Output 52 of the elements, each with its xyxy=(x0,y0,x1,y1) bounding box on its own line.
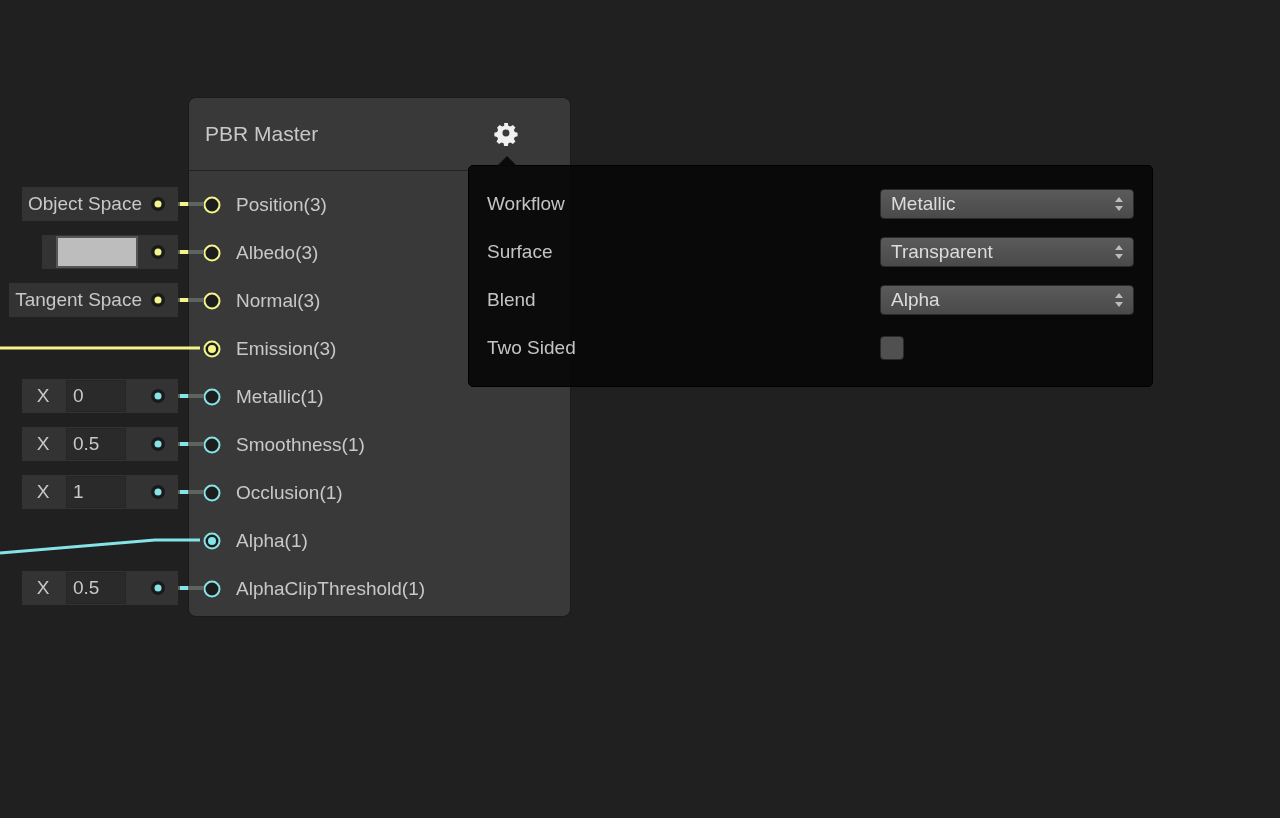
color-swatch[interactable] xyxy=(56,236,138,268)
output-dot-icon xyxy=(150,580,166,596)
port-label: Normal(3) xyxy=(236,290,321,312)
space-label: Tangent Space xyxy=(15,289,142,311)
node-title: PBR Master xyxy=(205,122,319,146)
default-value-input[interactable]: X 1 xyxy=(22,475,178,509)
port-label: Metallic(1) xyxy=(236,386,324,408)
port-label: Albedo(3) xyxy=(236,242,319,264)
value-field[interactable]: 0.5 xyxy=(66,428,126,460)
value-field[interactable]: 1 xyxy=(66,476,126,508)
output-dot-icon xyxy=(150,436,166,452)
dropdown[interactable]: Alpha xyxy=(880,285,1134,315)
up-down-arrows-icon xyxy=(1115,293,1123,307)
default-value-input[interactable]: X 0.5 xyxy=(22,571,178,605)
input-slot-icon[interactable] xyxy=(203,388,221,406)
port-label: Alpha(1) xyxy=(236,530,308,552)
setting-label: Workflow xyxy=(487,193,565,215)
port-label: Occlusion(1) xyxy=(236,482,343,504)
space-label: Object Space xyxy=(27,193,142,215)
input-slot-icon[interactable] xyxy=(203,532,221,550)
default-value-input[interactable] xyxy=(42,235,178,269)
port-label: Emission(3) xyxy=(236,338,337,360)
input-slot-icon[interactable] xyxy=(203,484,221,502)
port-label: AlphaClipThreshold(1) xyxy=(236,578,426,600)
output-dot-icon xyxy=(150,292,166,308)
axis-label: X xyxy=(35,481,51,503)
port-label: Smoothness(1) xyxy=(236,434,365,456)
up-down-arrows-icon xyxy=(1115,245,1123,259)
setting-label: Surface xyxy=(487,241,553,263)
dropdown[interactable]: Transparent xyxy=(880,237,1134,267)
port-label: Position(3) xyxy=(236,194,327,216)
output-dot-icon xyxy=(150,484,166,500)
output-dot-icon xyxy=(150,196,166,212)
axis-label: X xyxy=(35,577,51,599)
setting-label: Blend xyxy=(487,289,536,311)
default-value-input[interactable]: X 0.5 xyxy=(22,427,178,461)
default-value-input[interactable]: Tangent Space xyxy=(9,283,178,317)
input-slot-icon[interactable] xyxy=(203,580,221,598)
default-value-input[interactable]: X 0 xyxy=(22,379,178,413)
connection-wire[interactable] xyxy=(0,538,200,555)
checkbox[interactable] xyxy=(880,336,904,360)
output-dot-icon xyxy=(150,388,166,404)
value-field[interactable]: 0 xyxy=(66,380,126,412)
output-dot-icon xyxy=(150,244,166,260)
settings-icon[interactable] xyxy=(494,122,518,146)
dropdown[interactable]: Metallic xyxy=(880,189,1134,219)
axis-label: X xyxy=(35,433,51,455)
input-slot-icon[interactable] xyxy=(203,436,221,454)
default-value-input[interactable]: Object Space xyxy=(21,187,178,221)
axis-label: X xyxy=(35,385,51,407)
up-down-arrows-icon xyxy=(1115,197,1123,211)
value-field[interactable]: 0.5 xyxy=(66,572,126,604)
